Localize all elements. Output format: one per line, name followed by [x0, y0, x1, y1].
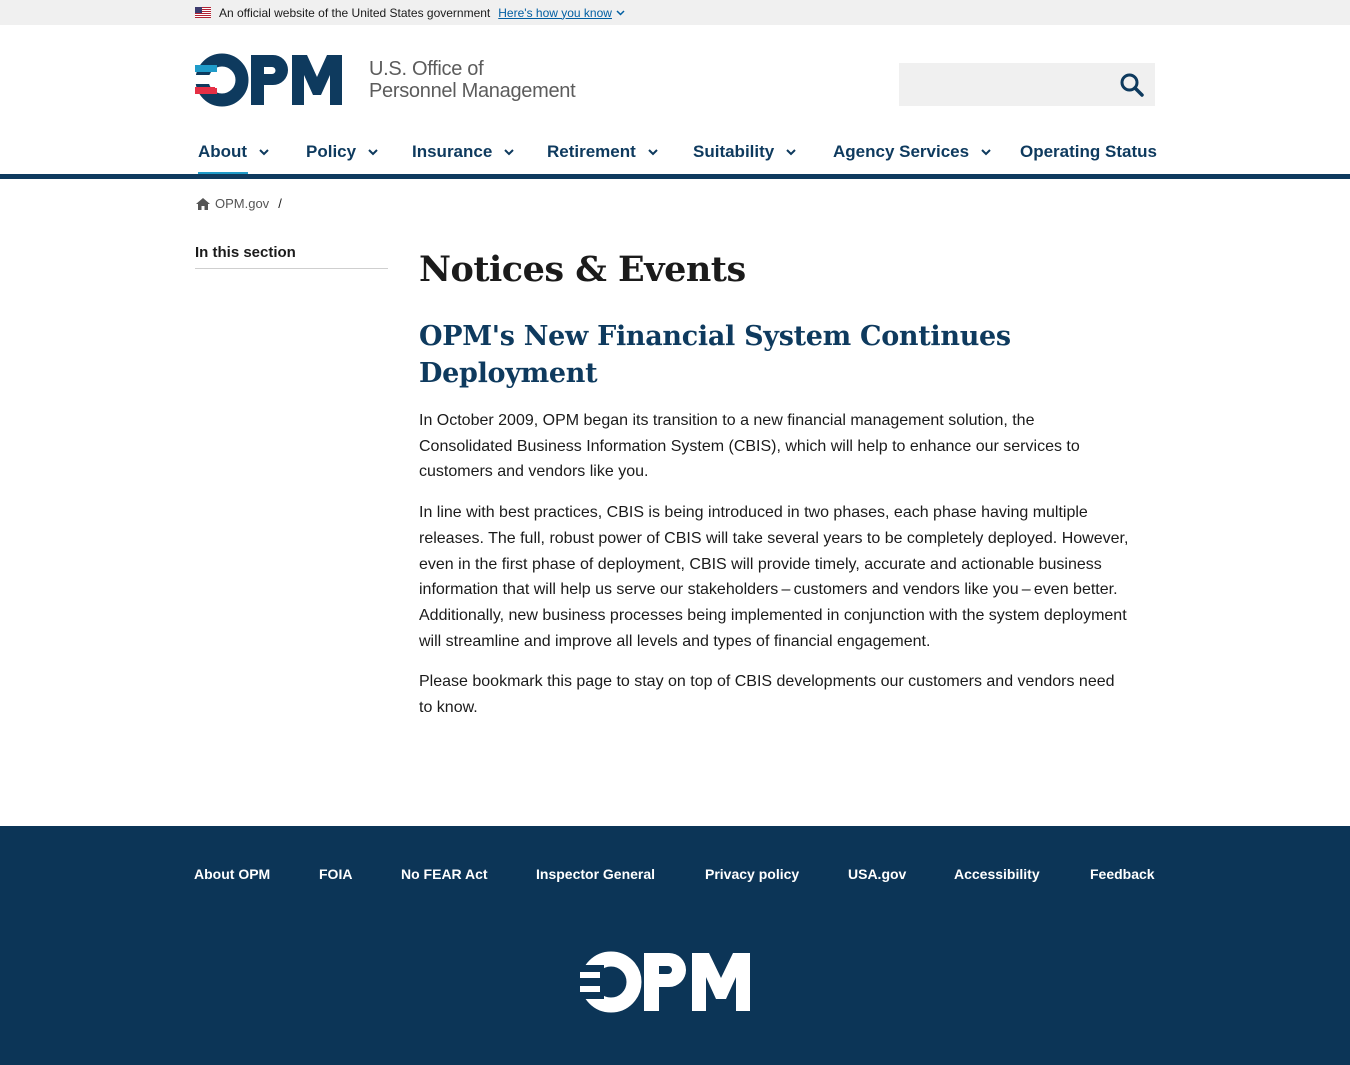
chevron-down-icon — [504, 149, 515, 156]
article-title: OPM's New Financial System Continues Dep… — [419, 321, 1011, 389]
page-title: Notices & Events — [419, 249, 746, 290]
footer-link-feedback[interactable]: Feedback — [1090, 866, 1155, 882]
breadcrumb-separator: / — [278, 196, 282, 211]
agency-name-line2: Personnel Management — [369, 80, 576, 102]
footer-link-usa-gov[interactable]: USA.gov — [848, 866, 906, 882]
nav-item-insurance[interactable]: Insurance — [412, 142, 515, 162]
nav-item-retirement[interactable]: Retirement — [547, 142, 658, 162]
gov-banner-text: An official website of the United States… — [219, 5, 491, 20]
main-content: Notices & Events OPM's New Financial Sys… — [419, 248, 1131, 721]
footer-link-foia[interactable]: FOIA — [319, 866, 352, 882]
search-box — [899, 63, 1155, 106]
us-flag-icon — [195, 7, 211, 18]
opm-logo-mark-icon — [195, 53, 342, 107]
nav-label: Agency Services — [833, 142, 970, 161]
agency-name: U.S. Office of Personnel Management — [369, 58, 576, 102]
chevron-down-icon — [368, 149, 378, 156]
chevron-down-icon — [259, 149, 269, 156]
opm-logo[interactable]: U.S. Office of Personnel Management — [195, 53, 576, 107]
footer-link-no-fear-act[interactable]: No FEAR Act — [401, 866, 488, 882]
opm-footer-logo-icon[interactable] — [580, 951, 764, 1013]
chevron-down-icon[interactable] — [616, 9, 625, 16]
chevron-down-icon — [786, 149, 796, 156]
footer-link-privacy-policy[interactable]: Privacy policy — [705, 866, 799, 882]
nav-item-agency-services[interactable]: Agency Services — [833, 142, 991, 162]
nav-label: Operating Status — [1020, 142, 1157, 161]
nav-label: Retirement — [547, 142, 636, 161]
heres-how-you-know-link[interactable]: Here's how you know — [498, 6, 612, 20]
breadcrumb-home-link[interactable]: OPM.gov — [215, 196, 269, 211]
footer-links: About OPM FOIA No FEAR Act Inspector Gen… — [194, 866, 1157, 886]
nav-divider — [0, 174, 1350, 179]
article-paragraph: In October 2009, OPM began its transitio… — [419, 412, 1080, 481]
footer-link-accessibility[interactable]: Accessibility — [954, 866, 1040, 882]
search-button[interactable] — [1109, 63, 1155, 106]
search-icon — [1120, 73, 1144, 97]
nav-item-suitability[interactable]: Suitability — [693, 142, 796, 162]
footer-link-inspector-general[interactable]: Inspector General — [536, 866, 655, 882]
nav-label: Suitability — [693, 142, 775, 161]
site-footer: About OPM FOIA No FEAR Act Inspector Gen… — [0, 826, 1350, 1065]
chevron-down-icon — [648, 149, 658, 156]
breadcrumb: OPM.gov / — [195, 196, 282, 211]
footer-link-about-opm[interactable]: About OPM — [194, 866, 270, 882]
nav-item-policy[interactable]: Policy — [306, 142, 378, 162]
search-input[interactable] — [899, 63, 1109, 106]
section-sidebar: In this section — [195, 244, 388, 269]
nav-label: About — [198, 142, 248, 161]
nav-item-operating-status[interactable]: Operating Status — [1020, 142, 1157, 162]
gov-banner: An official website of the United States… — [0, 0, 1350, 25]
agency-name-line1: U.S. Office of — [369, 58, 484, 80]
article-paragraph: In line with best practices, CBIS is bei… — [419, 504, 1129, 650]
nav-label: Policy — [306, 142, 357, 161]
nav-label: Insurance — [412, 142, 493, 161]
nav-item-about[interactable]: About — [198, 142, 269, 162]
home-icon[interactable] — [195, 197, 211, 211]
chevron-down-icon — [981, 149, 991, 156]
article-paragraph: Please bookmark this page to stay on top… — [419, 673, 1115, 717]
primary-nav: About Policy Insurance Retirement Suitab… — [195, 138, 1157, 176]
sidebar-title: In this section — [195, 244, 388, 269]
